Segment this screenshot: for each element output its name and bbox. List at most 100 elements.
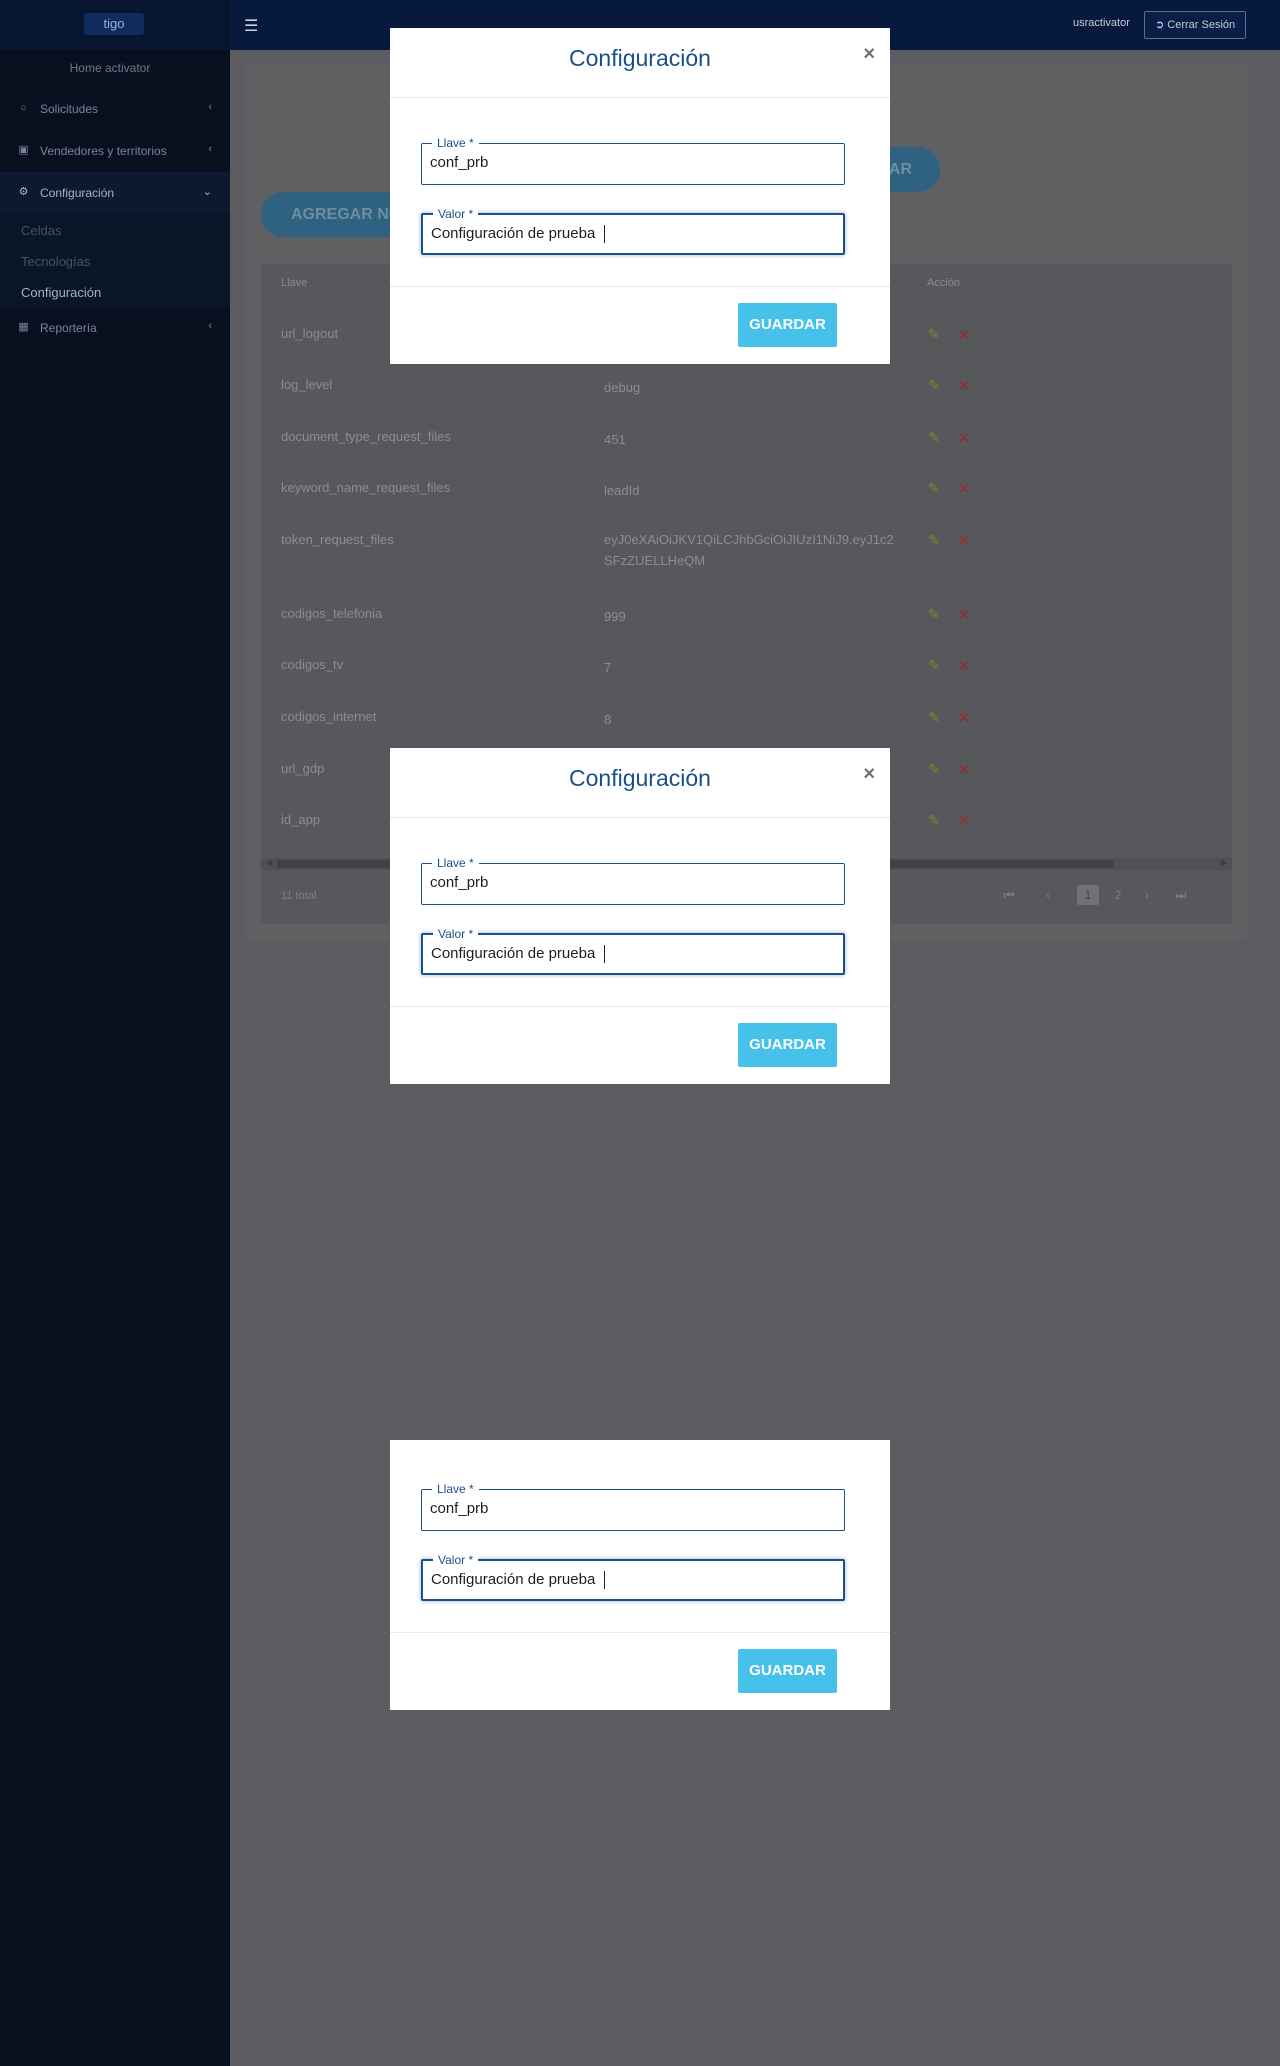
- sign-out-icon: ➲: [1155, 19, 1165, 31]
- row-key: keyword_name_request_files: [281, 480, 451, 495]
- value-field[interactable]: Valor *: [421, 1553, 845, 1601]
- sidebar-item-label: Configuración: [40, 186, 115, 200]
- username-label: usractivator: [1073, 17, 1130, 29]
- row-key: document_type_request_files: [281, 429, 451, 444]
- key-input[interactable]: [430, 154, 830, 171]
- modal-footer: GUARDAR: [390, 1632, 890, 1710]
- bar-chart-icon: ▦: [18, 321, 29, 333]
- page-number-1[interactable]: 1: [1077, 885, 1099, 905]
- delete-x-icon[interactable]: ✕: [958, 657, 971, 675]
- chevron-left-icon: ‹: [208, 101, 212, 113]
- key-field[interactable]: Llave *: [421, 136, 845, 185]
- sidebar-subitem-configuracion[interactable]: Configuración: [21, 285, 101, 300]
- sidebar-item-solicitudes[interactable]: ○ Solicitudes ‹: [0, 88, 230, 130]
- value-input[interactable]: [431, 225, 831, 242]
- value-input[interactable]: [431, 1571, 831, 1588]
- sidebar-subitem-celdas[interactable]: Celdas: [21, 223, 61, 238]
- sidebar-item-configuracion[interactable]: ⚙ Configuración ⌄: [0, 172, 230, 214]
- sidebar-item-label: Vendedores y territorios: [40, 144, 167, 158]
- divider: [520, 1225, 1020, 1226]
- delete-x-icon[interactable]: ✕: [958, 326, 971, 344]
- config-modal: Llave * Valor * GUARDAR: [390, 1440, 890, 1710]
- row-key: url_logout: [281, 326, 339, 341]
- key-field-label: Llave *: [432, 136, 479, 150]
- save-button[interactable]: GUARDAR: [738, 1023, 837, 1067]
- row-value: 7: [604, 660, 612, 675]
- edit-pencil-icon[interactable]: ✎: [928, 532, 940, 549]
- key-field-label: Llave *: [432, 856, 479, 870]
- edit-pencil-icon[interactable]: ✎: [928, 606, 940, 623]
- edit-pencil-icon[interactable]: ✎: [928, 480, 940, 497]
- save-button[interactable]: GUARDAR: [738, 303, 837, 347]
- hamburger-icon[interactable]: ☰: [244, 16, 258, 36]
- column-header-action: Acción: [927, 277, 961, 289]
- close-icon[interactable]: ×: [863, 763, 875, 786]
- value-field-label: Valor *: [433, 927, 479, 941]
- delete-x-icon[interactable]: ✕: [958, 606, 971, 624]
- value-field[interactable]: Valor *: [421, 927, 845, 975]
- key-field[interactable]: Llave *: [421, 1482, 845, 1531]
- delete-x-icon[interactable]: ✕: [958, 532, 971, 550]
- sidebar-home-link[interactable]: Home activator: [0, 61, 220, 75]
- key-field[interactable]: Llave *: [421, 856, 845, 905]
- delete-x-icon[interactable]: ✕: [958, 812, 971, 830]
- total-count: 11 total: [281, 890, 317, 902]
- edit-pencil-icon[interactable]: ✎: [928, 657, 940, 674]
- page-number-2[interactable]: 2: [1107, 885, 1129, 905]
- edit-pencil-icon[interactable]: ✎: [928, 812, 940, 829]
- value-field[interactable]: Valor *: [421, 207, 845, 255]
- edit-pencil-icon[interactable]: ✎: [928, 709, 940, 726]
- edit-pencil-icon[interactable]: ✎: [928, 761, 940, 778]
- sidebar-item-vendedores[interactable]: ▣ Vendedores y territorios ‹: [0, 130, 230, 172]
- edit-pencil-icon[interactable]: ✎: [928, 429, 940, 446]
- brand-logo[interactable]: tigo: [84, 13, 144, 35]
- modal-header: Configuración ×: [390, 28, 890, 98]
- sidebar-item-label: Reportería: [40, 321, 97, 335]
- row-key: codigos_internet: [281, 709, 377, 724]
- text-caret: [604, 225, 605, 243]
- modal-footer: GUARDAR: [390, 286, 890, 364]
- delete-x-icon[interactable]: ✕: [958, 429, 971, 447]
- close-icon[interactable]: ×: [863, 43, 875, 66]
- scroll-right-icon[interactable]: ▶: [1221, 858, 1227, 867]
- chevron-left-icon: ‹: [208, 320, 212, 332]
- delete-x-icon[interactable]: ✕: [958, 377, 971, 395]
- chevron-left-icon: ‹: [208, 143, 212, 155]
- key-input[interactable]: [430, 874, 830, 891]
- row-value: leadId: [604, 483, 640, 498]
- delete-x-icon[interactable]: ✕: [958, 709, 971, 727]
- row-key: codigos_telefonia: [281, 606, 383, 621]
- value-field-label: Valor *: [433, 207, 479, 221]
- sidebar-subitem-tecnologias[interactable]: Tecnologías: [21, 254, 90, 269]
- logout-button[interactable]: ➲ Cerrar Sesión: [1144, 11, 1247, 39]
- row-value: 999: [604, 609, 626, 624]
- sidebar: Home activator ○ Solicitudes ‹ ▣ Vendedo…: [0, 50, 230, 2066]
- modal-footer: GUARDAR: [390, 1006, 890, 1084]
- circle-icon: ○: [20, 102, 27, 114]
- value-input[interactable]: [431, 945, 831, 962]
- modal-title: Configuración: [569, 765, 711, 791]
- text-caret: [604, 945, 605, 963]
- value-field-label: Valor *: [433, 1553, 479, 1567]
- save-button[interactable]: GUARDAR: [738, 1649, 837, 1693]
- row-key: log_level: [281, 377, 333, 392]
- delete-x-icon[interactable]: ✕: [958, 761, 971, 779]
- prev-page-icon[interactable]: ‹: [1037, 885, 1059, 905]
- column-header-key[interactable]: Llave: [281, 277, 307, 289]
- text-caret: [604, 1571, 605, 1589]
- row-value-continued: SFzZUELLHeQM: [604, 553, 706, 568]
- modal-header: Configuración ×: [390, 748, 890, 818]
- key-input[interactable]: [430, 1500, 830, 1517]
- config-modal: Configuración × Llave * Valor * GUARDAR: [390, 748, 890, 1084]
- sidebar-item-label: Solicitudes: [40, 102, 99, 116]
- scroll-left-icon[interactable]: ◀: [266, 858, 272, 867]
- first-page-icon[interactable]: ⏮: [998, 885, 1020, 905]
- next-page-icon[interactable]: ›: [1136, 885, 1158, 905]
- sidebar-item-reporteria[interactable]: ▦ Reportería ‹: [0, 307, 230, 349]
- last-page-icon[interactable]: ⏭: [1170, 885, 1192, 905]
- row-key: url_gdp: [281, 761, 325, 776]
- row-key: codigos_tv: [281, 657, 344, 672]
- edit-pencil-icon[interactable]: ✎: [928, 377, 940, 394]
- edit-pencil-icon[interactable]: ✎: [928, 326, 940, 343]
- delete-x-icon[interactable]: ✕: [958, 480, 971, 498]
